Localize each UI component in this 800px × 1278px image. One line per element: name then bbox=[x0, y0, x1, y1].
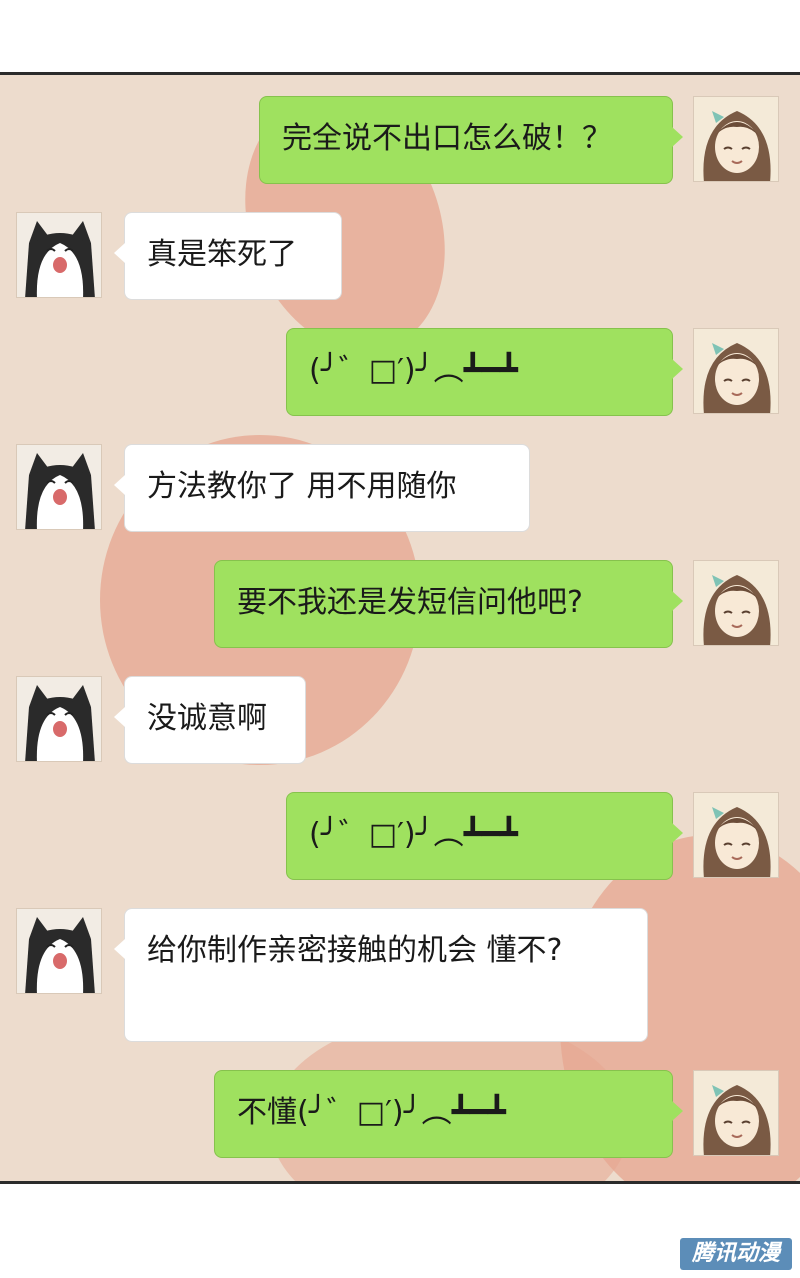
message-bubble[interactable]: 不懂(╯゛□′)╯︵┻━┻ bbox=[214, 1070, 683, 1158]
chat-panel: 完全说不出口怎么破！？ 真是笨死了 (╯゛□′)╯︵┻━┻ 方法教你了 用不用随… bbox=[0, 72, 800, 1184]
message-bubble[interactable]: 没诚意啊 bbox=[114, 676, 306, 764]
message-bubble[interactable]: 给你制作亲密接触的机会 懂不? bbox=[114, 908, 648, 1042]
cat-avatar-icon[interactable] bbox=[16, 212, 102, 298]
cat-avatar-icon[interactable] bbox=[16, 444, 102, 530]
girl-avatar-icon[interactable] bbox=[693, 1070, 779, 1156]
message-bubble[interactable]: 完全说不出口怎么破！？ bbox=[259, 96, 683, 184]
cat-avatar-icon[interactable] bbox=[16, 676, 102, 762]
girl-avatar-icon[interactable] bbox=[693, 328, 779, 414]
girl-avatar-icon[interactable] bbox=[693, 560, 779, 646]
cat-avatar-icon[interactable] bbox=[16, 908, 102, 994]
message-bubble[interactable]: (╯゛□′)╯︵┻━┻ bbox=[286, 328, 683, 416]
message-bubble[interactable]: 方法教你了 用不用随你 bbox=[114, 444, 530, 532]
message-bubble[interactable]: (╯゛□′)╯︵┻━┻ bbox=[286, 792, 683, 880]
girl-avatar-icon[interactable] bbox=[693, 96, 779, 182]
girl-avatar-icon[interactable] bbox=[693, 792, 779, 878]
watermark-logo: 腾讯动漫 bbox=[680, 1238, 792, 1270]
message-bubble[interactable]: 真是笨死了 bbox=[114, 212, 342, 300]
message-bubble[interactable]: 要不我还是发短信问他吧? bbox=[214, 560, 683, 648]
